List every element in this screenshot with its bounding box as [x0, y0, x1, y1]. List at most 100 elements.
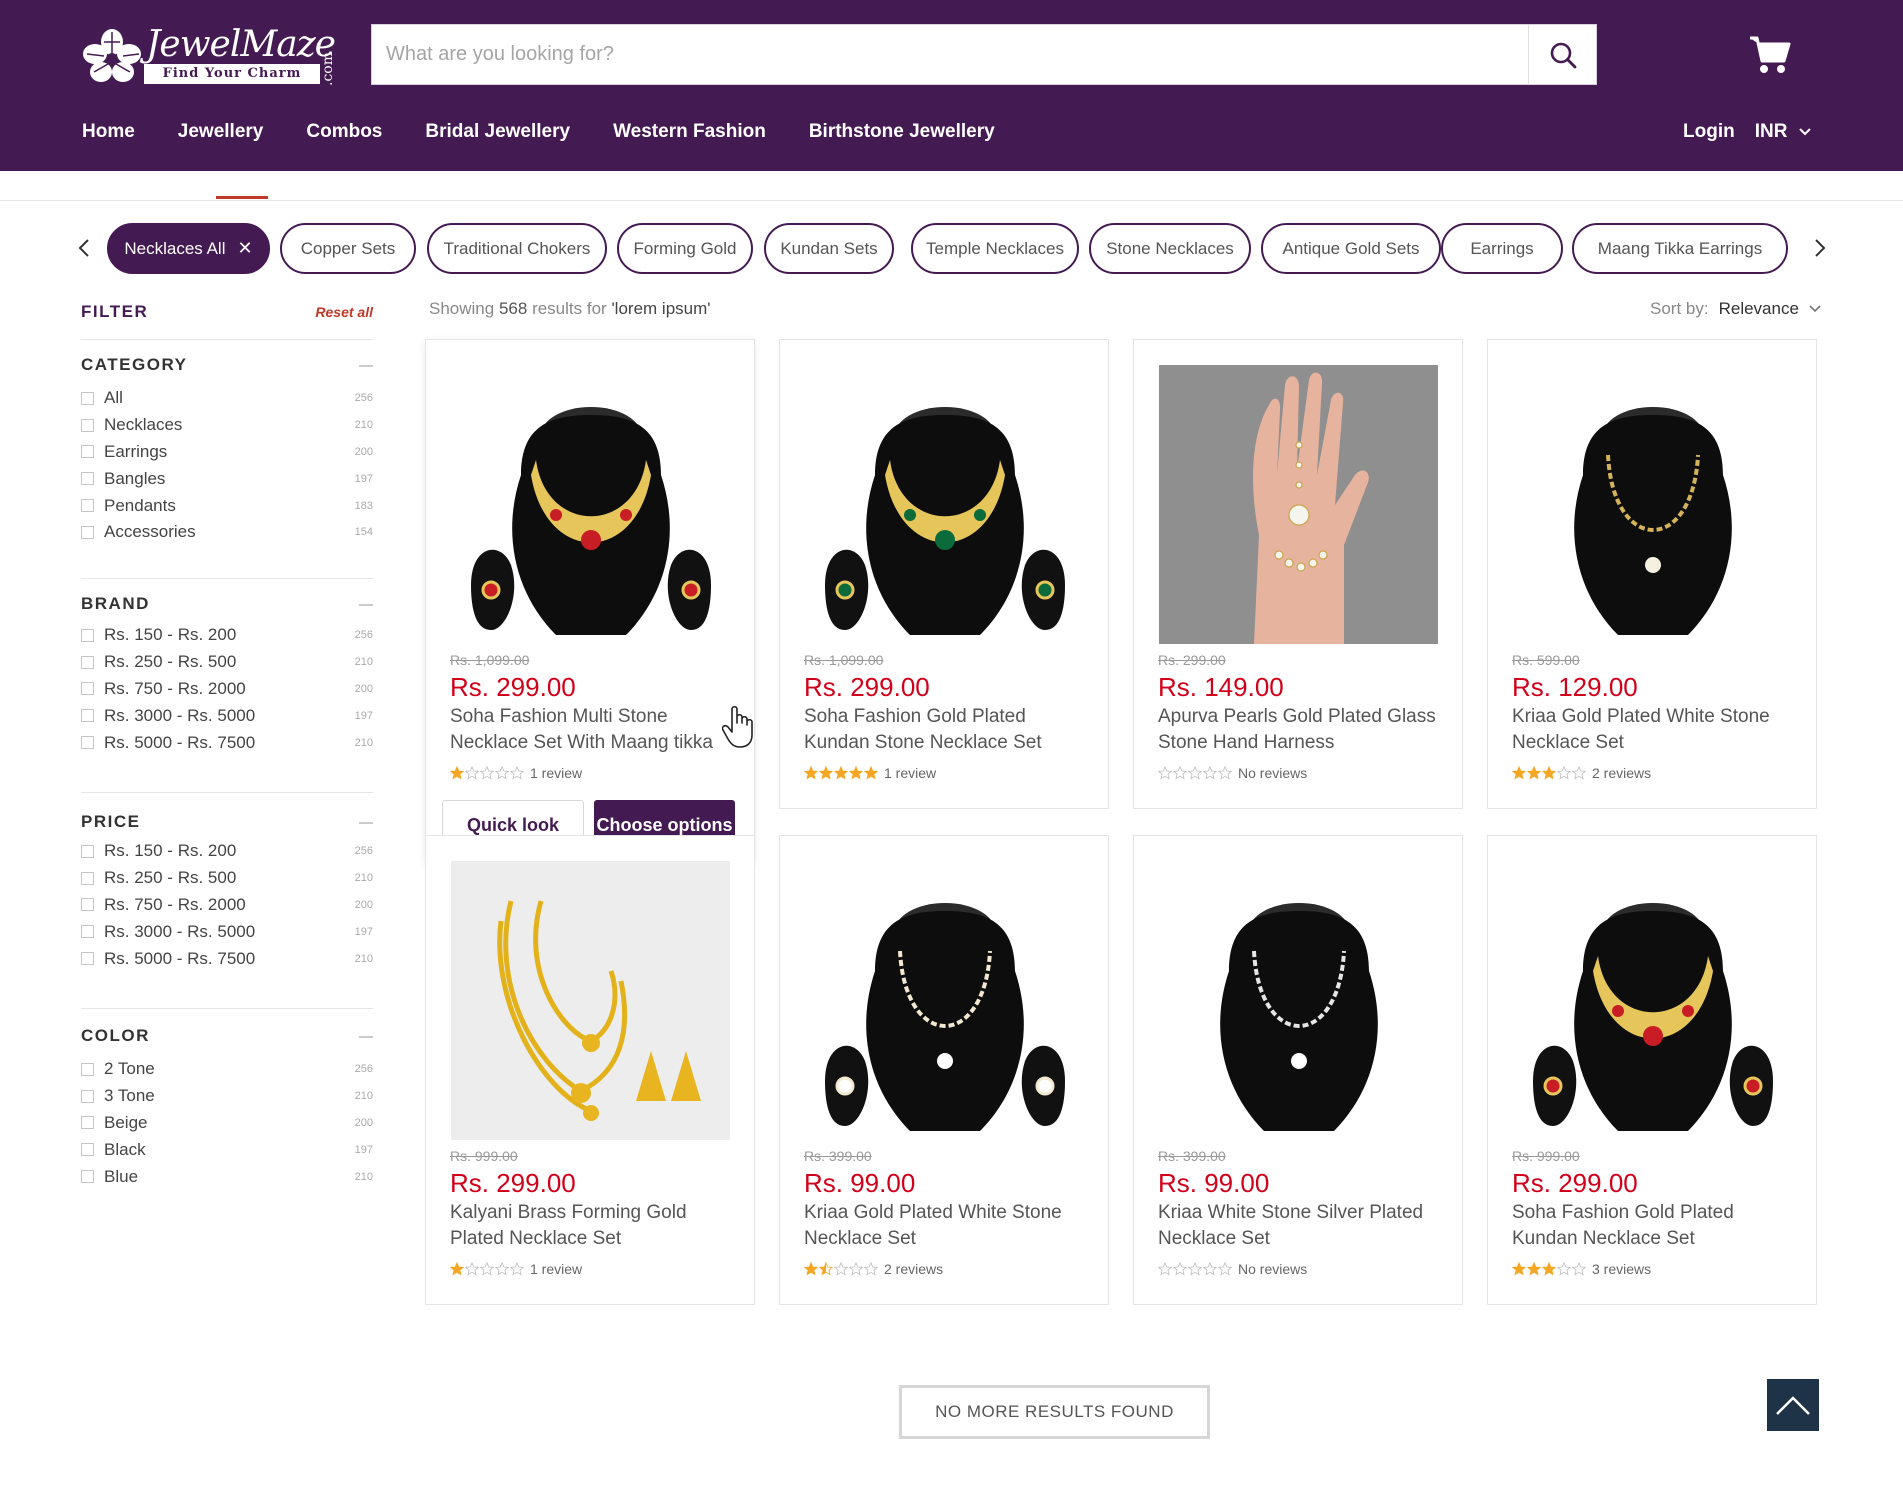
nav-item-combos[interactable]: Combos: [306, 121, 382, 143]
filter-option[interactable]: Rs. 5000 - Rs. 7500 210: [81, 729, 373, 756]
filter-option[interactable]: Rs. 250 - Rs. 500 210: [81, 649, 373, 676]
filter-option[interactable]: Beige 200: [81, 1110, 373, 1137]
product-image[interactable]: [1159, 365, 1438, 644]
chevron-left-icon[interactable]: [72, 235, 98, 261]
checkbox[interactable]: [81, 1143, 94, 1157]
product-name[interactable]: Apurva Pearls Gold Plated Glass Stone Ha…: [1158, 704, 1448, 756]
review-count[interactable]: 2 reviews: [884, 1261, 943, 1277]
checkbox[interactable]: [81, 709, 94, 723]
filter-option[interactable]: Necklaces 210: [81, 412, 373, 439]
product-image[interactable]: [451, 861, 730, 1140]
filter-option[interactable]: Rs. 750 - Rs. 2000 200: [81, 676, 373, 703]
checkbox[interactable]: [81, 472, 94, 486]
nav-item-bridal-jewellery[interactable]: Bridal Jewellery: [425, 121, 570, 143]
chip-kundan-sets[interactable]: Kundan Sets: [764, 223, 894, 274]
review-count[interactable]: No reviews: [1238, 1261, 1307, 1277]
filter-option[interactable]: Blue 210: [81, 1163, 373, 1190]
review-count[interactable]: 1 review: [884, 765, 936, 781]
checkbox[interactable]: [81, 1116, 94, 1130]
checkbox[interactable]: [81, 628, 94, 642]
filter-option[interactable]: Pendants 183: [81, 492, 373, 519]
product-card[interactable]: Rs. 1,099.00 Rs. 299.00 Soha Fashion Mul…: [425, 339, 755, 863]
filter-option[interactable]: Rs. 750 - Rs. 2000 200: [81, 892, 373, 919]
chip-necklaces-all[interactable]: Necklaces All ✕: [107, 223, 270, 274]
filter-option[interactable]: Rs. 5000 - Rs. 7500 210: [81, 945, 373, 972]
collapse-icon[interactable]: [359, 822, 373, 824]
back-to-top-button[interactable]: [1767, 1379, 1819, 1431]
checkbox[interactable]: [81, 1089, 94, 1103]
filter-option[interactable]: Rs. 250 - Rs. 500 210: [81, 865, 373, 892]
product-card[interactable]: Rs. 399.00 Rs. 99.00 Kriaa White Stone S…: [1133, 835, 1463, 1305]
product-name[interactable]: Soha Fashion Multi Stone Necklace Set Wi…: [450, 704, 740, 756]
filter-option[interactable]: Accessories 154: [81, 519, 373, 546]
close-icon[interactable]: ✕: [238, 238, 253, 259]
checkbox[interactable]: [81, 844, 94, 858]
filter-option[interactable]: Rs. 3000 - Rs. 5000 197: [81, 702, 373, 729]
product-card[interactable]: Rs. 999.00 Rs. 299.00 Soha Fashion Gold …: [1487, 835, 1817, 1305]
checkbox[interactable]: [81, 1170, 94, 1184]
checkbox[interactable]: [81, 952, 94, 966]
checkbox[interactable]: [81, 655, 94, 669]
chip-maang-tikka-earrings[interactable]: Maang Tikka Earrings: [1572, 223, 1788, 274]
product-image[interactable]: [451, 365, 730, 644]
review-count[interactable]: 1 review: [530, 765, 582, 781]
filter-option[interactable]: Bangles 197: [81, 465, 373, 492]
nav-item-jewellery[interactable]: Jewellery: [178, 121, 264, 143]
review-count[interactable]: No reviews: [1238, 765, 1307, 781]
chip-temple-necklaces[interactable]: Temple Necklaces: [911, 223, 1079, 274]
nav-item-birthstone-jewellery[interactable]: Birthstone Jewellery: [809, 121, 995, 143]
product-card[interactable]: Rs. 999.00 Rs. 299.00 Kalyani Brass Form…: [425, 835, 755, 1305]
product-image[interactable]: [1513, 365, 1792, 644]
chevron-right-icon[interactable]: [1806, 235, 1832, 261]
review-count[interactable]: 2 reviews: [1592, 765, 1651, 781]
filter-option[interactable]: All 256: [81, 385, 373, 412]
review-count[interactable]: 3 reviews: [1592, 1261, 1651, 1277]
currency-selector[interactable]: INR: [1755, 121, 1812, 143]
checkbox[interactable]: [81, 499, 94, 513]
checkbox[interactable]: [81, 736, 94, 750]
product-name[interactable]: Kriaa Gold Plated White Stone Necklace S…: [804, 1200, 1094, 1252]
sort-dropdown[interactable]: Sort by: Relevance: [1650, 299, 1821, 319]
chip-traditional-chokers[interactable]: Traditional Chokers: [427, 223, 607, 274]
filter-option[interactable]: Earrings 200: [81, 439, 373, 466]
checkbox[interactable]: [81, 445, 94, 459]
site-logo[interactable]: JewelMaze Find Your Charm .com: [82, 24, 340, 86]
nav-item-home[interactable]: Home: [82, 121, 135, 143]
reset-all-link[interactable]: Reset all: [315, 304, 373, 320]
search-button[interactable]: [1528, 25, 1596, 84]
collapse-icon[interactable]: [359, 1036, 373, 1038]
product-name[interactable]: Kriaa Gold Plated White Stone Necklace S…: [1512, 704, 1802, 756]
nav-item-western-fashion[interactable]: Western Fashion: [613, 121, 766, 143]
checkbox[interactable]: [81, 525, 94, 539]
search-input[interactable]: [372, 25, 1530, 84]
filter-option[interactable]: Rs. 3000 - Rs. 5000 197: [81, 918, 373, 945]
chip-copper-sets[interactable]: Copper Sets: [280, 223, 416, 274]
product-image[interactable]: [805, 365, 1084, 644]
product-card[interactable]: Rs. 599.00 Rs. 129.00 Kriaa Gold Plated …: [1487, 339, 1817, 809]
filter-option[interactable]: Rs. 150 - Rs. 200 256: [81, 838, 373, 865]
cart-icon[interactable]: [1748, 33, 1792, 75]
review-count[interactable]: 1 review: [530, 1261, 582, 1277]
filter-option[interactable]: Rs. 150 - Rs. 200 256: [81, 622, 373, 649]
filter-option[interactable]: 2 Tone 256: [81, 1056, 373, 1083]
product-name[interactable]: Soha Fashion Gold Plated Kundan Stone Ne…: [804, 704, 1094, 756]
product-card[interactable]: Rs. 299.00 Rs. 149.00 Apurva Pearls Gold…: [1133, 339, 1463, 809]
product-name[interactable]: Kriaa White Stone Silver Plated Necklace…: [1158, 1200, 1448, 1252]
checkbox[interactable]: [81, 1062, 94, 1076]
checkbox[interactable]: [81, 682, 94, 696]
chip-antique-gold-sets[interactable]: Antique Gold Sets: [1261, 223, 1441, 274]
collapse-icon[interactable]: [359, 365, 373, 367]
filter-option[interactable]: Black 197: [81, 1136, 373, 1163]
filter-option[interactable]: 3 Tone 210: [81, 1083, 373, 1110]
checkbox[interactable]: [81, 418, 94, 432]
collapse-icon[interactable]: [359, 604, 373, 606]
chip-earrings[interactable]: Earrings: [1441, 223, 1563, 274]
product-name[interactable]: Kalyani Brass Forming Gold Plated Neckla…: [450, 1200, 740, 1252]
product-name[interactable]: Soha Fashion Gold Plated Kundan Necklace…: [1512, 1200, 1802, 1252]
product-image[interactable]: [1513, 861, 1792, 1140]
checkbox[interactable]: [81, 871, 94, 885]
product-image[interactable]: [1159, 861, 1438, 1140]
checkbox[interactable]: [81, 391, 94, 405]
checkbox[interactable]: [81, 925, 94, 939]
chip-forming-gold[interactable]: Forming Gold: [617, 223, 753, 274]
